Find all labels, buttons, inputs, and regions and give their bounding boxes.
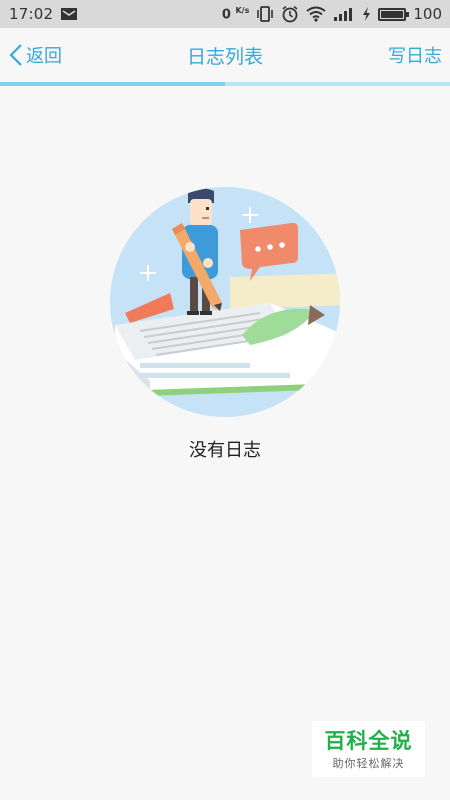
- write-log-button[interactable]: 写日志: [388, 42, 450, 68]
- empty-illustration: [110, 187, 340, 417]
- wifi-icon: [306, 6, 326, 22]
- status-time: 17:02: [9, 5, 54, 23]
- progress-fill: [0, 82, 225, 86]
- watermark-logo: 百科全说 助你轻松解决: [312, 721, 425, 777]
- vibrate-icon: [257, 6, 274, 22]
- watermark-sub: 助你轻松解决: [332, 757, 405, 771]
- back-button[interactable]: 返回: [0, 28, 62, 82]
- empty-message: 没有日志: [189, 440, 261, 461]
- page-title: 日志列表: [186, 45, 263, 68]
- battery-fill: [381, 10, 404, 18]
- status-bar-left: 17:02: [9, 5, 78, 23]
- message-icon: [61, 8, 78, 20]
- progress-bar: [0, 82, 450, 86]
- status-bar-right: 0 K/s 100: [222, 5, 442, 23]
- alarm-icon: [282, 5, 298, 23]
- network-unit: K/s: [235, 5, 250, 15]
- signal-icon: [334, 8, 353, 21]
- app-header: 返回 日志列表 写日志: [0, 28, 450, 82]
- network-speed: 0 K/s: [221, 5, 250, 23]
- status-bar: 17:02 0 K/s 100: [0, 0, 450, 28]
- watermark-main: 百科全说: [324, 729, 413, 753]
- chevron-left-icon: [9, 44, 22, 66]
- battery-level: 100: [413, 5, 442, 23]
- battery-icon: [378, 7, 410, 21]
- charging-icon: [363, 7, 371, 21]
- back-label: 返回: [26, 46, 62, 67]
